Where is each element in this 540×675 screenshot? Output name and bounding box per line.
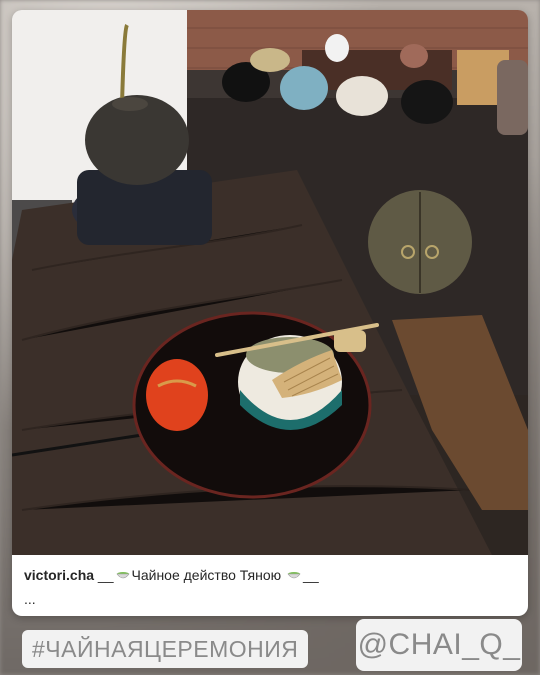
blue-tea-bowl: [280, 66, 328, 110]
hashtag-sticker[interactable]: #ЧАЙНАЯЦЕРЕМОНИЯ: [22, 630, 309, 668]
post-caption: victori.cha __ Чайное действо Тяною __: [24, 566, 514, 584]
mention-sticker[interactable]: @CHAI_Q_: [356, 619, 522, 671]
caption-text: Чайное действо Тяною: [131, 567, 282, 583]
tea-bowl-emoji-icon: [287, 572, 301, 579]
white-cup: [325, 34, 349, 62]
tea-bowl-emoji-icon: [115, 572, 130, 579]
whisk-handle: [334, 330, 366, 352]
caption-more[interactable]: ...: [24, 592, 36, 606]
caption-suffix: __: [303, 567, 319, 583]
caption-prefix: __: [97, 567, 114, 583]
post-card[interactable]: victori.cha __ Чайное действо Тяною __ .…: [12, 10, 528, 616]
dark-tea-bowl: [401, 80, 453, 124]
bag: [497, 60, 528, 135]
post-photo[interactable]: [12, 10, 528, 555]
teapot-lid: [112, 97, 148, 111]
matcha-tea-ceremony-photo: [12, 10, 528, 555]
post-username[interactable]: victori.cha: [24, 567, 94, 583]
small-cup: [250, 48, 290, 72]
white-tea-bowl: [336, 76, 388, 116]
clay-cup: [400, 44, 428, 68]
red-tea-caddy: [146, 359, 208, 431]
